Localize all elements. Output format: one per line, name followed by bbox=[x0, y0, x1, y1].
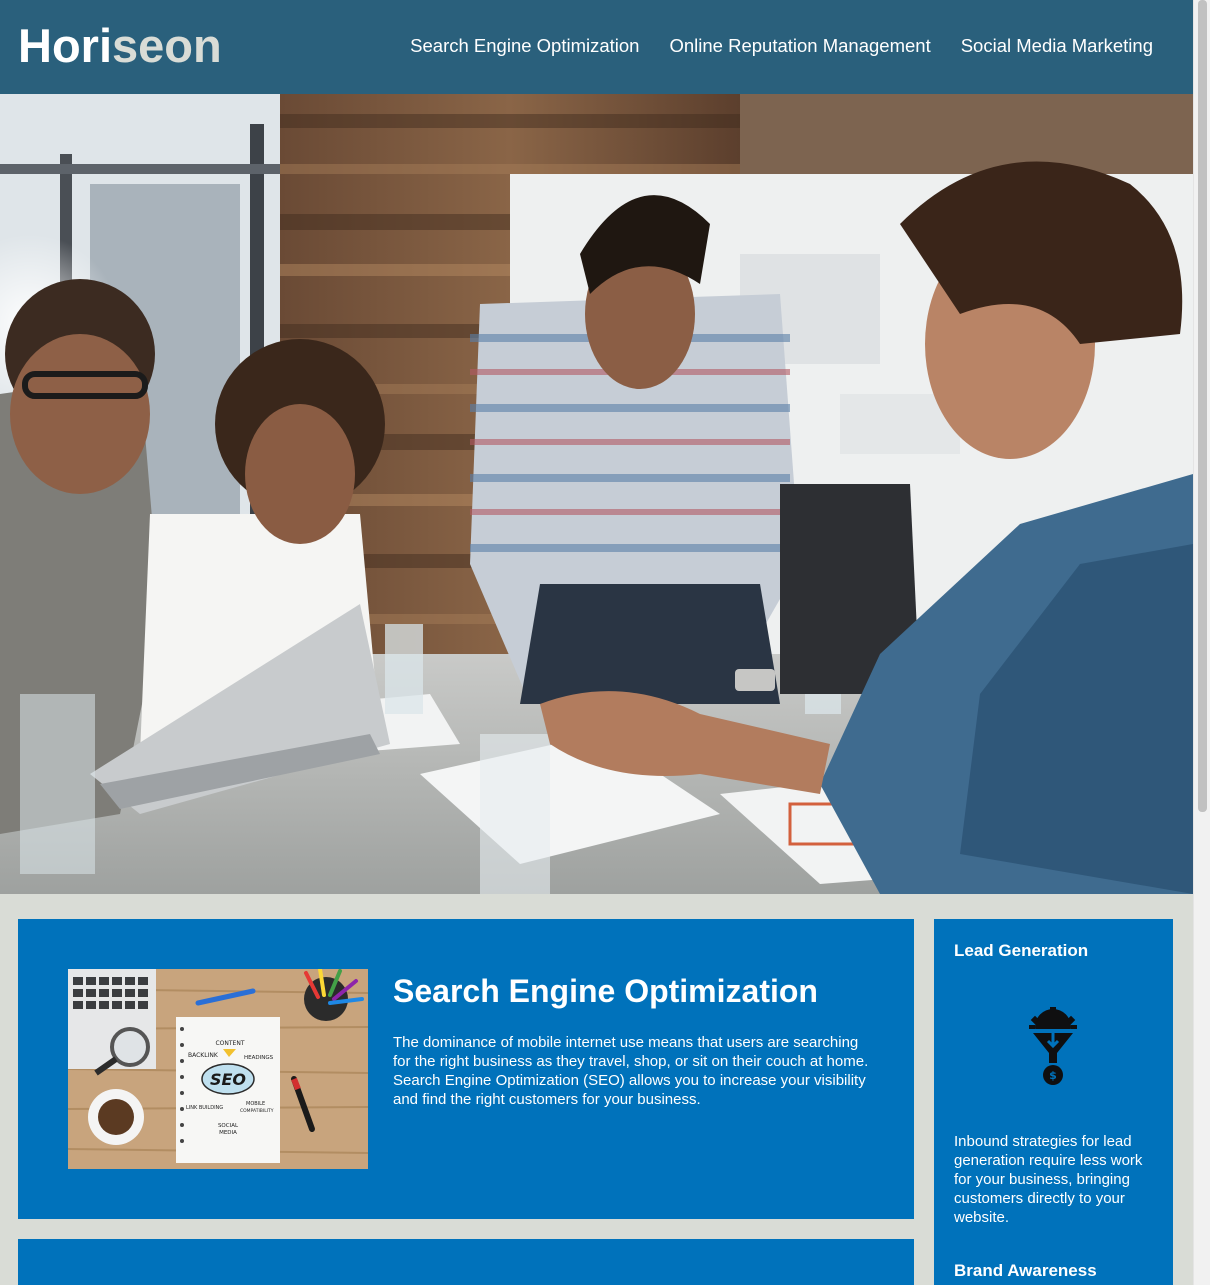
label-social: SOCIAL bbox=[218, 1123, 239, 1129]
logo: Horiseon bbox=[18, 16, 222, 76]
seo-word: SEO bbox=[210, 1070, 246, 1089]
lead-funnel-icon: $ bbox=[1029, 1007, 1077, 1087]
label-link-building: LINK BUILDING bbox=[186, 1105, 223, 1111]
label-content: CONTENT bbox=[215, 1040, 244, 1047]
nav-link-social-media[interactable]: Social Media Marketing bbox=[961, 35, 1153, 56]
page: Horiseon Search Engine Optimization Onli… bbox=[0, 0, 1193, 1285]
logo-part-2: seon bbox=[112, 19, 222, 72]
label-headings: HEADINGS bbox=[244, 1055, 274, 1061]
label-mobile: MOBILE bbox=[246, 1101, 265, 1107]
svg-text:$: $ bbox=[1049, 1069, 1057, 1082]
label-compatibility: COMPATIBILITY bbox=[240, 1108, 274, 1114]
benefits-sidebar: Lead Generation $ Inbound strategies for… bbox=[934, 919, 1173, 1285]
label-media: MEDIA bbox=[219, 1130, 237, 1136]
main-nav: Search Engine Optimization Online Reputa… bbox=[380, 34, 1153, 58]
vertical-scrollbar[interactable] bbox=[1193, 0, 1210, 1285]
seo-section: SEO CONTENT BACKLINK HEADINGS LINK BUILD… bbox=[18, 919, 914, 1219]
scrollbar-thumb[interactable] bbox=[1198, 0, 1207, 812]
seo-description: The dominance of mobile internet use mea… bbox=[393, 1034, 869, 1108]
nav-link-reputation[interactable]: Online Reputation Management bbox=[669, 35, 930, 56]
hero-image bbox=[0, 94, 1193, 894]
logo-part-1: Hori bbox=[18, 19, 112, 72]
seo-title: Search Engine Optimization bbox=[393, 973, 818, 1009]
seo-notebook-illustration: SEO CONTENT BACKLINK HEADINGS LINK BUILD… bbox=[68, 969, 368, 1169]
label-backlink: BACKLINK bbox=[188, 1052, 219, 1059]
next-section bbox=[18, 1239, 914, 1285]
lead-generation-title: Lead Generation bbox=[954, 941, 1089, 960]
brand-awareness-title: Brand Awareness bbox=[954, 1261, 1097, 1280]
lead-generation-text: Inbound strategies for lead generation r… bbox=[954, 1133, 1143, 1226]
nav-link-seo[interactable]: Search Engine Optimization bbox=[410, 35, 639, 56]
site-header: Horiseon Search Engine Optimization Onli… bbox=[0, 0, 1193, 94]
seo-image: SEO CONTENT BACKLINK HEADINGS LINK BUILD… bbox=[68, 969, 368, 1169]
hero-photo-illustration bbox=[0, 94, 1193, 894]
